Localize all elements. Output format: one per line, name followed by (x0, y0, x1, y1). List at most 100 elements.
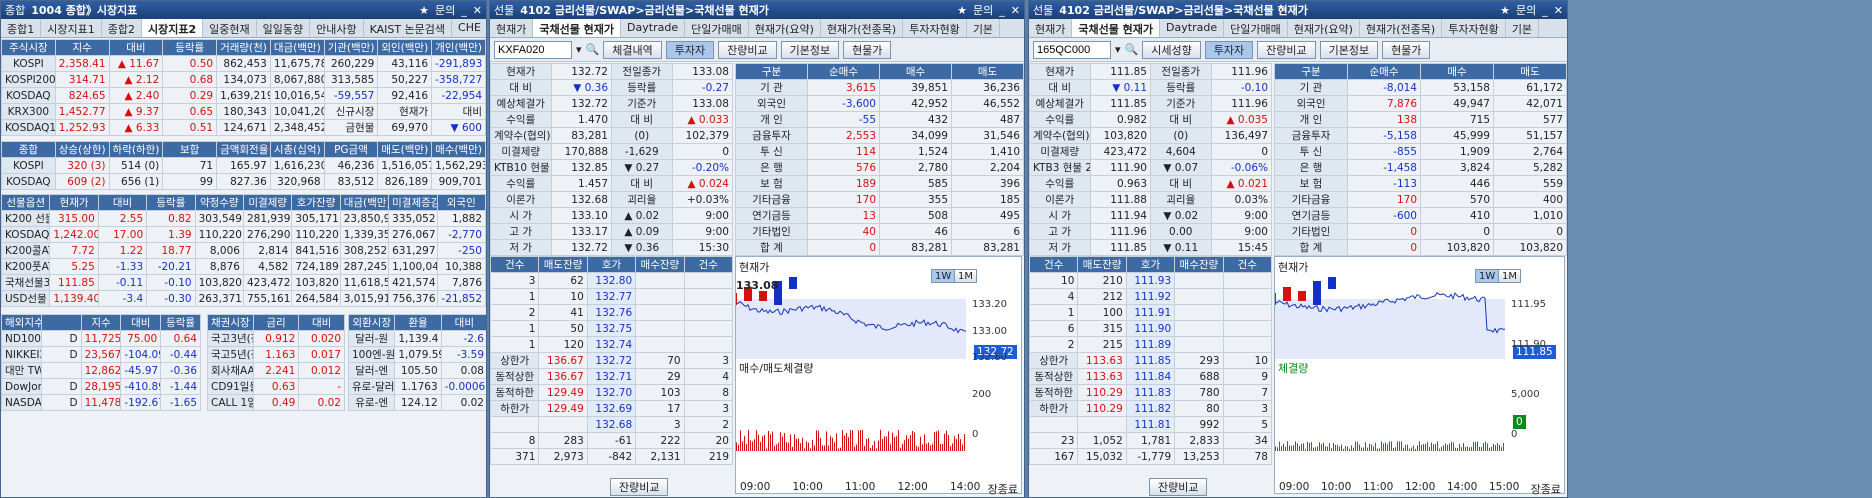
tab-item[interactable]: CHE (452, 19, 486, 37)
toolbar-button[interactable]: 잔량비교 (718, 40, 777, 59)
table-row[interactable]: K200 선물 315.00 2.55 0.82 303,549 281,939 305,1… (1, 210, 486, 227)
search-icon[interactable]: 🔍 (1125, 43, 1139, 56)
help-label[interactable]: 문의 (1516, 2, 1536, 18)
toolbar-button[interactable]: 기본정보 (780, 40, 840, 59)
bid-price[interactable]: 132.69 (586, 400, 637, 417)
tab-item[interactable]: 국채선물 현재가 (533, 19, 622, 37)
toolbar-button[interactable]: 시세성향 (1142, 40, 1201, 59)
ask-row[interactable]: 1 50 132.75 (490, 320, 734, 337)
table-row[interactable]: 유로-달러 1.1763 -0.0006 (347, 378, 486, 395)
bid-price[interactable]: 111.85 (1125, 352, 1176, 369)
table-row[interactable]: CALL 1일물0.490.02 (207, 394, 345, 411)
table-row[interactable]: KOSDAQ 609 (2) 656 (1) 99 827.36 320,968 83,51… (1, 173, 486, 190)
ask-price[interactable]: 111.91 (1125, 304, 1176, 321)
tab-item[interactable]: KAIST 논문검색 (364, 19, 453, 37)
table-row[interactable]: USD선물 1,139.40 -3.4 -0.30 263,371 755,161 264,… (1, 290, 486, 307)
table-row[interactable]: 국고3년(장내)0.9120.020 (207, 330, 345, 347)
bid-price[interactable]: 132.68 (586, 416, 637, 433)
table-row[interactable]: KOSDAQ824.65▲ 2.400.291,639,21910,016,54… (1, 87, 486, 104)
table-row[interactable]: ND100F(E)D11,725.2575.000.64 (1, 330, 201, 347)
star-icon[interactable]: ★ (419, 4, 429, 17)
star-icon[interactable]: ★ (957, 4, 967, 17)
ask-row[interactable]: 4 212 111.92 (1029, 288, 1273, 305)
title-bar[interactable]: 선물 4102 금리선물/SWAP>금리선물>국채선물 현재가 ★ 문의 _ ✕ (490, 1, 1024, 19)
ask-price[interactable]: 132.77 (586, 288, 637, 305)
tab-item[interactable]: 종합2 (102, 19, 142, 37)
chevron-down-icon[interactable]: ▾ (576, 43, 582, 56)
toolbar-button[interactable]: 현물가 (1382, 40, 1431, 59)
table-row[interactable]: 달러-원 1,139.4 -2.6 (347, 330, 486, 347)
toolbar-button[interactable]: 현물가 (843, 40, 892, 59)
bid-price[interactable]: 132.72 (586, 352, 637, 369)
bid-row[interactable]: 동적상한 136.67 132.71 29 4 (490, 368, 734, 385)
title-bar[interactable]: 선물 4102 금리선물/SWAP>금리선물>국채선물 현재가 ★ 문의 _ ✕ (1029, 1, 1567, 19)
minimize-icon[interactable]: _ (999, 4, 1005, 17)
table-row[interactable]: 국고5년(장내)1.1630.017 (207, 346, 345, 363)
bid-row[interactable]: 동적상한 113.63 111.84 688 9 (1029, 368, 1273, 385)
table-row[interactable]: 100엔-원 1,079.59 -3.59 (347, 346, 486, 363)
bid-price[interactable]: 132.71 (586, 368, 637, 385)
close-icon[interactable]: ✕ (473, 4, 482, 17)
tab-item[interactable]: 투자자현황 (903, 19, 967, 37)
star-icon[interactable]: ★ (1500, 4, 1510, 17)
tab-item[interactable]: 투자자현황 (1442, 19, 1506, 37)
code-input[interactable] (494, 40, 572, 59)
bid-price[interactable]: 111.84 (1125, 368, 1176, 385)
table-row[interactable]: KOSDAQ150 선물1,242.0017.001.39110,220276,… (1, 226, 486, 243)
bid-row[interactable]: 132.68 3 2 (490, 416, 734, 433)
table-row[interactable]: KOSPI 320 (3) 514 (0) 71 165.97 1,616,230 46,2… (1, 157, 486, 174)
ask-price[interactable]: 111.90 (1125, 320, 1176, 337)
tab-item[interactable]: 일중현재 (203, 19, 257, 37)
compare-button[interactable]: 잔량비교 (1149, 478, 1208, 496)
tab-item[interactable]: 기본 (967, 19, 1001, 37)
bid-row[interactable]: 111.81 992 5 (1029, 416, 1273, 433)
table-row[interactable]: K200풋ATM5.25-1.33-20.218,8764,582724,189… (1, 258, 486, 275)
table-row[interactable]: KOSPI2,358.41▲ 11.670.50862,45311,675,78… (1, 55, 486, 72)
compare-button[interactable]: 잔량비교 (610, 478, 669, 496)
tab-item[interactable]: 단일가매매 (1224, 19, 1288, 37)
ask-price[interactable]: 132.75 (586, 320, 637, 337)
tab-item[interactable]: 현재가 (490, 19, 534, 37)
tab-item[interactable]: 종합1 (1, 19, 42, 37)
ask-row[interactable]: 1 120 132.74 (490, 336, 734, 353)
table-row[interactable]: 회사채AA-(3)2.2410.012 (207, 362, 345, 379)
ask-row[interactable]: 1 10 132.77 (490, 288, 734, 305)
bid-price[interactable]: 111.81 (1125, 416, 1176, 433)
bid-row[interactable]: 하한가 110.29 111.82 80 3 (1029, 400, 1273, 417)
minimize-icon[interactable]: _ (461, 4, 467, 17)
ask-price[interactable]: 132.76 (586, 304, 637, 321)
tab-item[interactable]: 현재가(전종목) (1360, 19, 1443, 37)
table-row[interactable]: DowJonesD28,195.42-410.89-1.44 (1, 378, 201, 395)
table-row[interactable]: KRX3001,452.77▲ 9.370.65180,34310,041,20… (1, 103, 486, 120)
ask-row[interactable]: 3 62 132.80 (490, 272, 734, 289)
tab-item[interactable]: 현재가(전종목) (821, 19, 904, 37)
ask-price[interactable]: 111.92 (1125, 288, 1176, 305)
bid-row[interactable]: 하한가 129.49 132.69 17 3 (490, 400, 734, 417)
table-row[interactable]: 국채선물3년111.85-0.11-0.10103,820423,472103,… (1, 274, 486, 291)
minimize-icon[interactable]: _ (1542, 4, 1548, 17)
title-bar[interactable]: 종합 1004 종합》시장지표 ★ 문의 _ ✕ (1, 1, 486, 19)
ask-row[interactable]: 2 215 111.89 (1029, 336, 1273, 353)
help-label[interactable]: 문의 (435, 2, 455, 18)
search-icon[interactable]: 🔍 (586, 43, 600, 56)
bid-row[interactable]: 동적하한 110.29 111.83 780 7 (1029, 384, 1273, 401)
toolbar-button[interactable]: 투자자 (1204, 40, 1254, 59)
tab-item[interactable]: Daytrade (621, 19, 686, 37)
tab-item[interactable]: 현재가(요약) (749, 19, 821, 37)
tab-item[interactable]: 기본 (1506, 19, 1540, 37)
ask-price[interactable]: 111.89 (1125, 336, 1176, 353)
ask-row[interactable]: 1 100 111.91 (1029, 304, 1273, 321)
table-row[interactable]: NASDAQD11,478.88-192.67-1.65 (1, 394, 201, 411)
tab-item[interactable]: 시장지표1 (41, 19, 102, 37)
table-row[interactable]: 대만 TWI 12,862.37-45.97-0.36 (1, 362, 201, 379)
table-row[interactable]: K200콜ATM7.721.2218.778,0062,814841,51630… (1, 242, 486, 259)
tab-item[interactable]: 현재가 (1029, 19, 1073, 37)
tab-item[interactable]: 단일가매매 (685, 19, 749, 37)
bid-price[interactable]: 132.70 (586, 384, 637, 401)
bid-row[interactable]: 상한가 113.63 111.85 293 10 (1029, 352, 1273, 369)
toolbar-button[interactable]: 잔량비교 (1257, 40, 1316, 59)
toolbar-button[interactable]: 기본정보 (1319, 40, 1379, 59)
table-row[interactable]: KOSPI200 314.71 ▲ 2.12 0.68 134,073 8,067,880… (1, 71, 486, 88)
code-input[interactable] (1033, 40, 1111, 59)
table-row[interactable]: NIKKEI225D23,567.04-104.09-0.44 (1, 346, 201, 363)
